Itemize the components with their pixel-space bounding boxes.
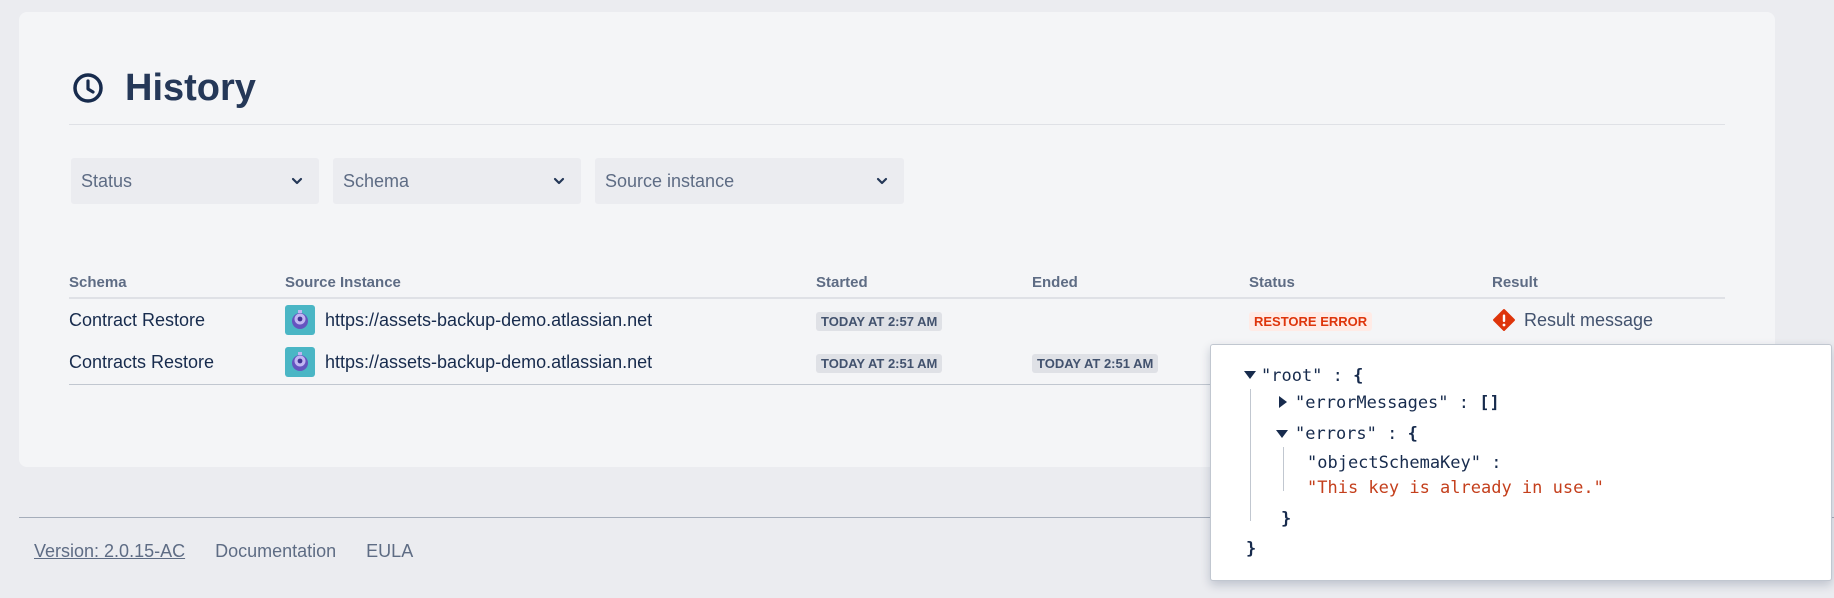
started-lozenge: TODAY AT 2:57 AM	[816, 311, 943, 331]
source-instance-filter-select[interactable]: Source instance	[595, 158, 904, 204]
column-header-source-instance[interactable]: Source Instance	[285, 268, 816, 299]
json-open-brace: {	[1353, 366, 1364, 386]
table-header-row: Schema Source Instance Started Ended Sta…	[69, 268, 1725, 299]
chevron-down-icon	[553, 177, 565, 185]
column-header-schema[interactable]: Schema	[69, 268, 285, 299]
column-header-started[interactable]: Started	[816, 268, 1032, 299]
robot-avatar-icon	[285, 347, 315, 378]
column-header-result[interactable]: Result	[1492, 268, 1725, 299]
filter-bar: Status Schema Source instance	[71, 158, 918, 204]
robot-avatar-icon	[285, 305, 315, 335]
instance-cell: https://assets-backup-demo.atlassian.net	[285, 298, 816, 341]
instance-cell: https://assets-backup-demo.atlassian.net	[285, 341, 816, 385]
column-header-status[interactable]: Status	[1249, 268, 1492, 299]
json-object-schema-key-line: "objectSchemaKey" :	[1307, 452, 1502, 474]
result-cell: Result message	[1492, 298, 1725, 341]
schema-cell: Contracts Restore	[69, 341, 285, 385]
json-error-messages-key: "errorMessages"	[1295, 393, 1449, 413]
json-indent-guide	[1283, 447, 1284, 491]
instance-url[interactable]: https://assets-backup-demo.atlassian.net	[325, 310, 652, 331]
started-lozenge: TODAY AT 2:51 AM	[816, 353, 943, 373]
json-separator: :	[1332, 366, 1343, 386]
collapse-root-icon[interactable]	[1244, 371, 1256, 379]
instance-url[interactable]: https://assets-backup-demo.atlassian.net	[325, 352, 652, 373]
json-errors-key: "errors"	[1295, 424, 1377, 444]
schema-filter-label: Schema	[343, 170, 410, 191]
json-object-schema-value: "This key is already in use."	[1307, 478, 1604, 498]
json-error-messages-line: "errorMessages" : []	[1295, 392, 1500, 414]
collapse-errors-icon[interactable]	[1276, 430, 1288, 438]
version-link[interactable]: Version: 2.0.15-AC	[34, 541, 185, 562]
page-header: History	[69, 62, 1725, 125]
status-filter-select[interactable]: Status	[71, 158, 319, 204]
json-close-brace: }	[1281, 509, 1292, 529]
eula-link[interactable]: EULA	[366, 541, 413, 562]
documentation-link[interactable]: Documentation	[215, 541, 336, 562]
result-message-label: Result message	[1524, 309, 1654, 330]
json-object-schema-key: "objectSchemaKey"	[1307, 453, 1481, 473]
status-cell: RESTORE ERROR	[1249, 298, 1492, 341]
started-cell: TODAY AT 2:57 AM	[816, 298, 1032, 341]
error-icon	[1493, 309, 1515, 331]
result-json-popup: "root" : { "errorMessages" : [] "errors"…	[1210, 344, 1832, 581]
ended-lozenge: TODAY AT 2:51 AM	[1032, 353, 1159, 373]
page-title: History	[125, 67, 256, 109]
status-filter-label: Status	[81, 170, 133, 191]
json-separator: :	[1491, 453, 1502, 473]
schema-cell: Contract Restore	[69, 309, 206, 330]
status-badge: RESTORE ERROR	[1249, 311, 1373, 331]
json-root-key: "root"	[1261, 366, 1323, 386]
json-indent-guide	[1250, 389, 1251, 521]
started-cell: TODAY AT 2:51 AM	[816, 341, 1032, 385]
ended-cell	[1032, 298, 1249, 341]
json-close-brace: }	[1246, 539, 1257, 559]
json-root-line: "root" : {	[1261, 365, 1363, 387]
json-separator: :	[1458, 393, 1470, 413]
chevron-down-icon	[876, 177, 888, 185]
clock-icon	[73, 73, 103, 103]
json-open-brace: {	[1407, 424, 1418, 444]
result-message-button[interactable]: Result message	[1492, 308, 1725, 332]
chevron-down-icon	[291, 177, 303, 185]
json-errors-line: "errors" : {	[1295, 423, 1418, 445]
json-separator: :	[1387, 424, 1398, 444]
column-header-ended[interactable]: Ended	[1032, 268, 1249, 299]
source-instance-filter-label: Source instance	[605, 170, 735, 191]
footer: Version: 2.0.15-AC Documentation EULA	[34, 541, 443, 562]
json-error-messages-value: []	[1479, 393, 1500, 413]
schema-filter-select[interactable]: Schema	[333, 158, 581, 204]
table-row: Contract Restore https://assets-backup-d…	[69, 298, 1725, 341]
expand-error-messages-icon[interactable]	[1279, 396, 1287, 408]
